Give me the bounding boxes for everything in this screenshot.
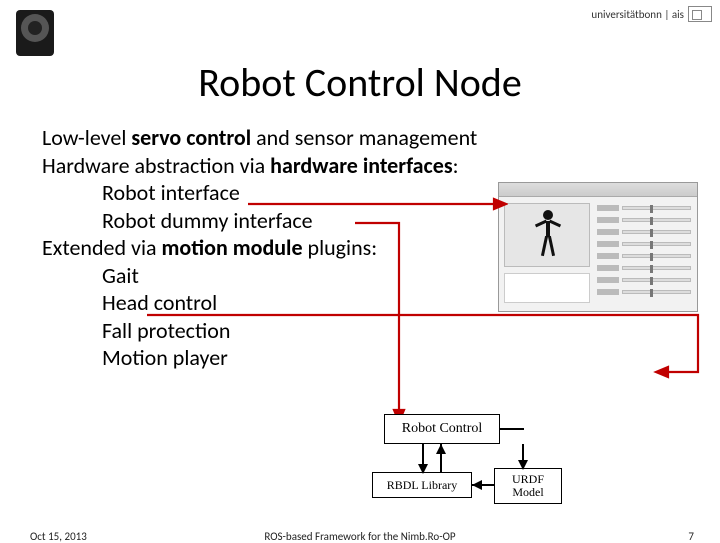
ais-logo-icon xyxy=(688,6,712,22)
slide-title: Robot Control Node xyxy=(0,58,720,107)
footer-page: 7 xyxy=(688,530,694,543)
line-hw-abstraction: Hardware abstraction via hardware interf… xyxy=(42,152,678,180)
block-diagram: Robot Control RBDL Library URDF Model xyxy=(322,414,602,504)
footer-title: ROS-based Framework for the Nimb.Ro-OP xyxy=(0,530,720,543)
box-robot-control: Robot Control xyxy=(384,414,500,444)
logo-text: universitätbonn | ais xyxy=(591,8,684,21)
box-urdf: URDF Model xyxy=(494,468,562,504)
arrow-gait-to-gui xyxy=(540,186,552,316)
box-rbdl: RBDL Library xyxy=(372,472,472,498)
arrow-robot-interface xyxy=(248,194,508,214)
university-logo: universitätbonn | ais xyxy=(591,6,712,22)
line-servo: Low-level servo control and sensor manag… xyxy=(42,124,678,152)
arrow-gait xyxy=(146,310,706,382)
servo-photo xyxy=(4,4,66,62)
gait-gui-screenshot xyxy=(498,182,698,312)
